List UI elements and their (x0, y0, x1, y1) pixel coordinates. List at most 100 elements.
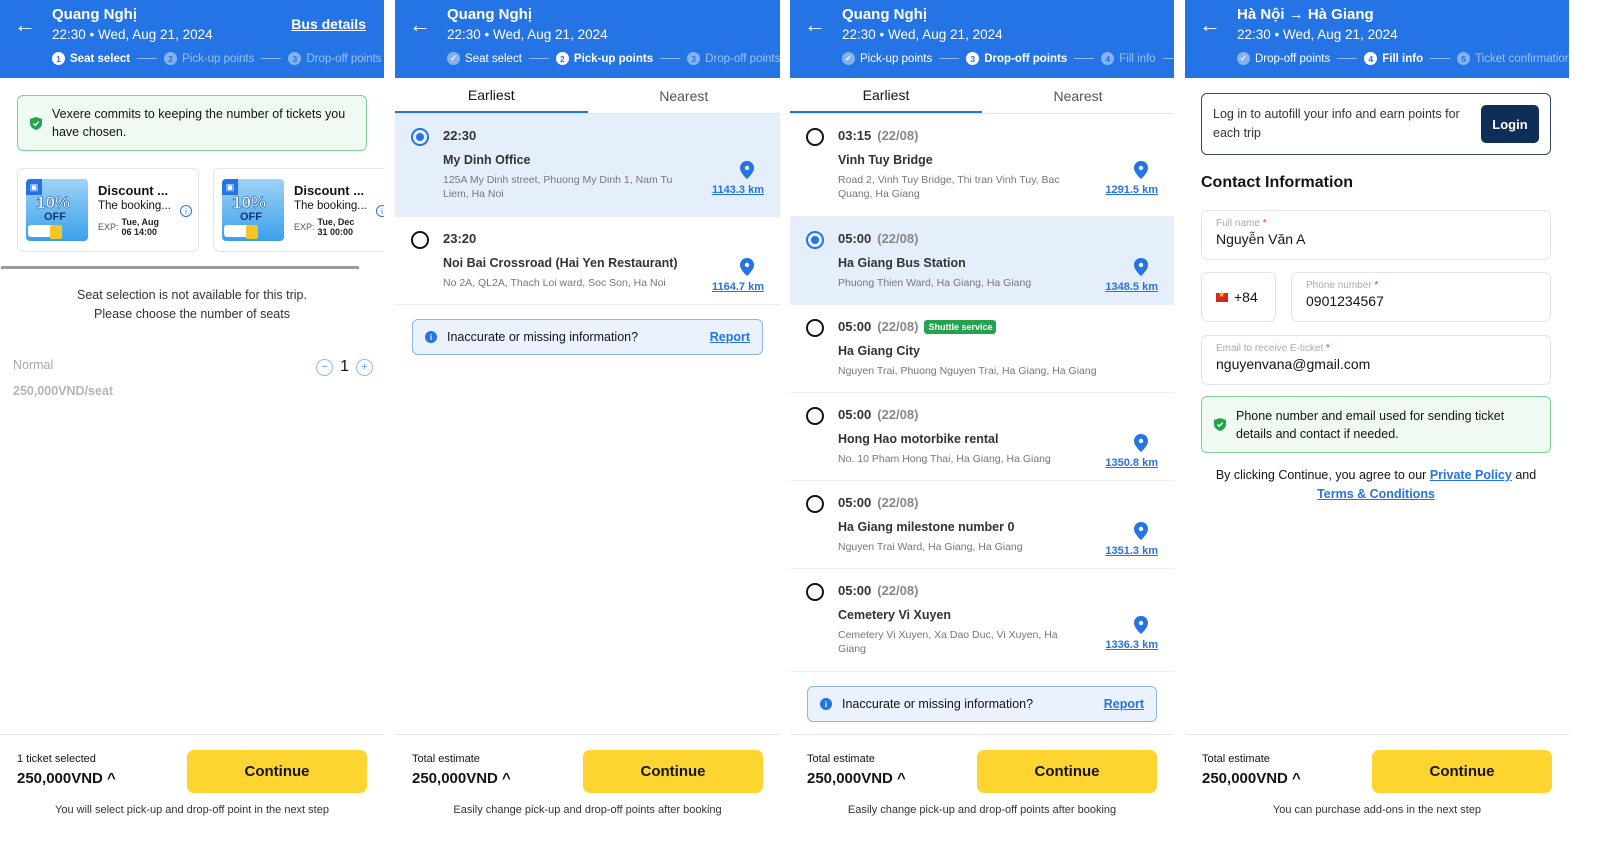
tickets-selected-label: 1 ticket selected (17, 753, 96, 765)
minus-button[interactable]: − (316, 358, 334, 376)
privacy-policy-link[interactable]: Private Policy (1430, 468, 1512, 482)
trip-title: Quang Nghị (447, 6, 532, 23)
trip-subtitle: 22:30 • Wed, Aug 21, 2024 (842, 27, 1003, 42)
bus-details-link[interactable]: Bus details (291, 16, 366, 32)
step-dropoff: 3 Drop-off points (687, 52, 780, 65)
dropoff-point-item[interactable]: 05:00 (22/08) Cemetery Vi Xuyen Cemetery … (790, 569, 1174, 672)
radio-unselected[interactable] (411, 231, 429, 249)
total-amount[interactable]: 250,000VND ^ (17, 770, 116, 787)
check-icon: ✓ (1237, 52, 1250, 65)
footer-bar: 1 ticket selected 250,000VND ^ Continue … (0, 734, 384, 847)
shield-check-icon (30, 116, 42, 130)
dropoff-point-item[interactable]: 05:00 (22/08) Ha Giang milestone number 0… (790, 481, 1174, 569)
info-icon[interactable]: i (376, 205, 384, 217)
step-fill-info: 4 Fill info (1364, 52, 1423, 65)
section-title: Contact Information (1201, 174, 1353, 191)
report-link[interactable]: Report (710, 330, 750, 344)
distance-link[interactable]: 1348.5 km (1105, 281, 1158, 293)
discount-badge-image: ▣ 10% OFF (222, 179, 284, 241)
info-icon[interactable]: i (180, 205, 192, 217)
continue-button[interactable]: Continue (583, 750, 763, 793)
radio-unselected[interactable] (806, 128, 824, 146)
step-divider (1162, 58, 1174, 59)
map-pin-icon[interactable] (740, 161, 754, 179)
step-dropoff: ✓ Drop-off points (1237, 52, 1330, 65)
total-amount[interactable]: 250,000VND ^ (412, 770, 511, 787)
back-arrow-icon[interactable]: ← (804, 12, 826, 38)
step-seat-select: 1 Seat select (52, 52, 130, 65)
distance-link[interactable]: 1336.3 km (1105, 639, 1158, 651)
back-arrow-icon[interactable]: ← (409, 12, 431, 38)
back-arrow-icon[interactable]: ← (1199, 12, 1221, 38)
stepper-progress: ✓ Seat select 2 Pick-up points 3 Drop-off p… (447, 52, 780, 65)
tab-nearest[interactable]: Nearest (982, 78, 1174, 113)
back-arrow-icon[interactable]: ← (14, 12, 36, 38)
distance-link[interactable]: 1164.7 km (712, 281, 764, 293)
tab-nearest[interactable]: Nearest (588, 78, 781, 113)
radio-unselected[interactable] (806, 407, 824, 425)
login-prompt: Log in to autofill your info and earn po… (1201, 93, 1551, 155)
horizontal-scrollbar[interactable] (1, 266, 359, 269)
step-seat-select: ✓ Seat select (447, 52, 522, 65)
report-link[interactable]: Report (1104, 697, 1144, 711)
country-code-select[interactable]: +84 (1201, 272, 1276, 322)
stepper-progress: 1 Seat select 2 Pick-up points 3 Drop-off p… (52, 52, 382, 65)
phone-number-field[interactable]: Phone number * 0901234567 (1291, 272, 1551, 322)
voucher-expiry: EXP: Tue, Aug 06 14:00 (98, 217, 160, 237)
info-icon: i (820, 698, 832, 710)
distance-link[interactable]: 1350.8 km (1105, 457, 1158, 469)
total-amount[interactable]: 250,000VND ^ (1202, 770, 1301, 787)
continue-button[interactable]: Continue (187, 750, 367, 793)
radio-selected[interactable] (411, 128, 429, 146)
radio-unselected[interactable] (806, 319, 824, 337)
plus-button[interactable]: + (356, 358, 373, 376)
quantity-stepper: − 1 + (316, 358, 373, 376)
tab-earliest[interactable]: Earliest (790, 78, 982, 113)
map-pin-icon[interactable] (1134, 616, 1148, 634)
tab-earliest[interactable]: Earliest (395, 78, 588, 113)
dropoff-point-item[interactable]: 05:00 (22/08) Shuttle service Ha Giang Cit… (790, 305, 1174, 393)
voucher-card[interactable]: ▣ 10% OFF Discount ... The booking... EXP: T… (17, 168, 199, 252)
dropoff-point-item[interactable]: 05:00 (22/08) Ha Giang Bus Station Phuong… (790, 217, 1174, 305)
map-pin-icon[interactable] (740, 258, 754, 276)
step-pickup: 2 Pick-up points (164, 52, 254, 65)
continue-button[interactable]: Continue (977, 750, 1157, 793)
radio-unselected[interactable] (806, 583, 824, 601)
dropoff-point-item[interactable]: 05:00 (22/08) Hong Hao motorbike rental N… (790, 393, 1174, 481)
radio-unselected[interactable] (806, 495, 824, 513)
voucher-title: Discount ... (294, 183, 365, 198)
dropoff-point-item[interactable]: 03:15 (22/08) Vinh Tuy Bridge Road 2, Vin… (790, 114, 1174, 217)
distance-link[interactable]: 1143.3 km (712, 184, 764, 196)
footer-note: You will select pick-up and drop-off poi… (55, 804, 329, 816)
pickup-points-screen: ← Quang Nghị 22:30 • Wed, Aug 21, 2024 ✓… (395, 0, 780, 847)
voucher-card[interactable]: ▣ 10% OFF Discount ... The booking... EXP: T… (213, 168, 384, 252)
terms-link[interactable]: Terms & Conditions (1317, 487, 1435, 501)
info-icon: i (425, 331, 437, 343)
step-divider (1074, 58, 1095, 59)
email-field[interactable]: Email to receive E-ticket * nguyenvana@g… (1201, 335, 1551, 385)
full-name-field[interactable]: Full name * Nguyễn Văn A (1201, 210, 1551, 260)
map-pin-icon[interactable] (1134, 434, 1148, 452)
fill-info-screen: ← Hà Nội → Hà Giang 22:30 • Wed, Aug 21,… (1185, 0, 1569, 847)
voucher-desc: The booking... (294, 200, 367, 212)
map-pin-icon[interactable] (1134, 522, 1148, 540)
seat-price: 250,000VND/seat (13, 384, 114, 398)
step-pickup: 2 Pick-up points (555, 52, 653, 65)
radio-selected[interactable] (806, 231, 824, 249)
pickup-point-item[interactable]: 23:20 Noi Bai Crossroad (Hai Yen Restaur… (395, 217, 780, 305)
quantity-value: 1 (340, 358, 349, 375)
total-amount[interactable]: 250,000VND ^ (807, 770, 906, 787)
map-pin-icon[interactable] (1134, 258, 1148, 276)
login-button[interactable]: Login (1481, 105, 1539, 143)
trip-subtitle: 22:30 • Wed, Aug 21, 2024 (52, 27, 213, 42)
distance-link[interactable]: 1351.3 km (1105, 545, 1158, 557)
distance-link[interactable]: 1291.5 km (1105, 184, 1158, 196)
continue-button[interactable]: Continue (1372, 750, 1552, 793)
total-estimate-label: Total estimate (807, 753, 875, 765)
header: ← Quang Nghị 22:30 • Wed, Aug 21, 2024 ✓… (395, 0, 780, 78)
pickup-point-item[interactable]: 22:30 My Dinh Office 125A My Dinh street… (395, 114, 780, 217)
header: ← Quang Nghị 22:30 • Wed, Aug 21, 2024 B… (0, 0, 384, 78)
trip-title: Quang Nghị (52, 6, 137, 23)
map-pin-icon[interactable] (1134, 161, 1148, 179)
seat-select-screen: ← Quang Nghị 22:30 • Wed, Aug 21, 2024 B… (0, 0, 384, 847)
